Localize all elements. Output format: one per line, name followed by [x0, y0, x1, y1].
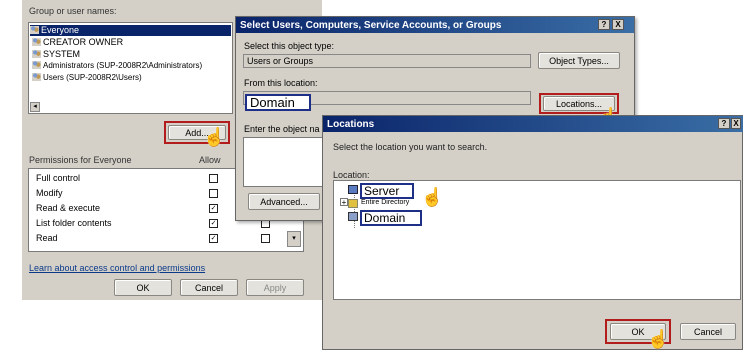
user-row-selected[interactable]: Everyone	[30, 25, 231, 36]
tree-item-label: Entire Directory	[361, 199, 410, 206]
locations-instruction: Select the location you want to search.	[333, 142, 488, 152]
user-group-icon	[32, 73, 41, 81]
close-icon[interactable]: X	[731, 118, 741, 129]
location-tree[interactable]: + Server Entire Directory Domain	[333, 180, 741, 300]
locations-cancel-button[interactable]: Cancel	[680, 323, 736, 340]
user-name: Everyone	[41, 25, 80, 35]
user-row[interactable]: Administrators (SUP-2008R2\Administrator…	[32, 61, 202, 70]
allow-checkbox[interactable]: ✓	[209, 219, 218, 228]
user-group-icon	[32, 50, 41, 58]
help-icon[interactable]: ?	[598, 19, 610, 30]
allow-checkbox[interactable]	[209, 189, 218, 198]
cancel-button[interactable]: Cancel	[180, 279, 238, 296]
access-control-link[interactable]: Learn about access control and permissio…	[29, 263, 205, 273]
directory-icon	[348, 199, 358, 208]
user-row[interactable]: Users (SUP-2008R2\Users)	[32, 73, 142, 82]
user-group-icon	[32, 61, 41, 69]
user-name: CREATOR OWNER	[43, 37, 124, 47]
group-label: Group or user names:	[29, 6, 117, 16]
ok-button[interactable]: OK	[114, 279, 172, 296]
permission-name: List folder contents	[36, 218, 112, 228]
scroll-left-button[interactable]: ◂	[30, 102, 40, 112]
enter-names-label: Enter the object na	[244, 124, 320, 134]
permission-name: Modify	[36, 188, 63, 198]
domain-icon	[348, 212, 358, 221]
advanced-button[interactable]: Advanced...	[248, 193, 320, 210]
location-tree-label: Location:	[333, 170, 370, 180]
hand-cursor-icon: ☝	[647, 329, 670, 349]
close-icon[interactable]: X	[612, 19, 624, 30]
user-group-icon	[30, 26, 39, 34]
user-row[interactable]: CREATOR OWNER	[32, 37, 123, 47]
expand-icon[interactable]: +	[340, 198, 348, 207]
server-label-highlight: Server	[360, 183, 414, 199]
apply-button[interactable]: Apply	[246, 279, 304, 296]
user-name: Administrators (SUP-2008R2\Administrator…	[43, 61, 203, 70]
user-name: SYSTEM	[43, 49, 81, 59]
scroll-down-button[interactable]: ▾	[287, 231, 301, 247]
location-value: Domain	[250, 95, 295, 110]
tree-item-label: Domain	[364, 211, 406, 225]
dialog-title: Select Users, Computers, Service Account…	[240, 19, 502, 31]
user-name: Users (SUP-2008R2\Users)	[43, 73, 142, 82]
domain-label-highlight: Domain	[360, 210, 422, 226]
help-icon[interactable]: ?	[718, 118, 730, 129]
tree-line	[354, 190, 356, 228]
permission-name: Read	[36, 233, 58, 243]
permissions-label: Permissions for Everyone	[29, 155, 132, 165]
permission-name: Full control	[36, 173, 81, 183]
user-list[interactable]: Everyone CREATOR OWNER SYSTEM Administra…	[28, 22, 233, 114]
tree-item-label: Server	[364, 184, 400, 198]
hand-cursor-icon: ☝	[203, 127, 226, 147]
allow-checkbox[interactable]: ✓	[209, 234, 218, 243]
user-group-icon	[32, 38, 41, 46]
object-types-button[interactable]: Object Types...	[538, 52, 620, 69]
deny-checkbox[interactable]	[261, 234, 270, 243]
object-type-field: Users or Groups	[243, 54, 531, 68]
computer-icon	[348, 185, 358, 194]
object-type-label: Select this object type:	[244, 41, 335, 51]
object-type-value: Users or Groups	[247, 56, 314, 66]
allow-checkbox[interactable]: ✓	[209, 204, 218, 213]
dialog-title: Locations	[327, 118, 375, 130]
allow-checkbox[interactable]	[209, 174, 218, 183]
locations-titlebar: Locations	[323, 116, 743, 132]
user-row[interactable]: SYSTEM	[32, 49, 80, 59]
permission-name: Read & execute	[36, 203, 101, 213]
hand-cursor-icon: ☝	[421, 187, 444, 207]
location-value-highlight: Domain	[245, 94, 311, 111]
select-users-titlebar: Select Users, Computers, Service Account…	[236, 17, 634, 33]
allow-column-header: Allow	[199, 155, 221, 165]
object-names-textarea[interactable]	[243, 137, 325, 187]
location-label: From this location:	[244, 78, 318, 88]
